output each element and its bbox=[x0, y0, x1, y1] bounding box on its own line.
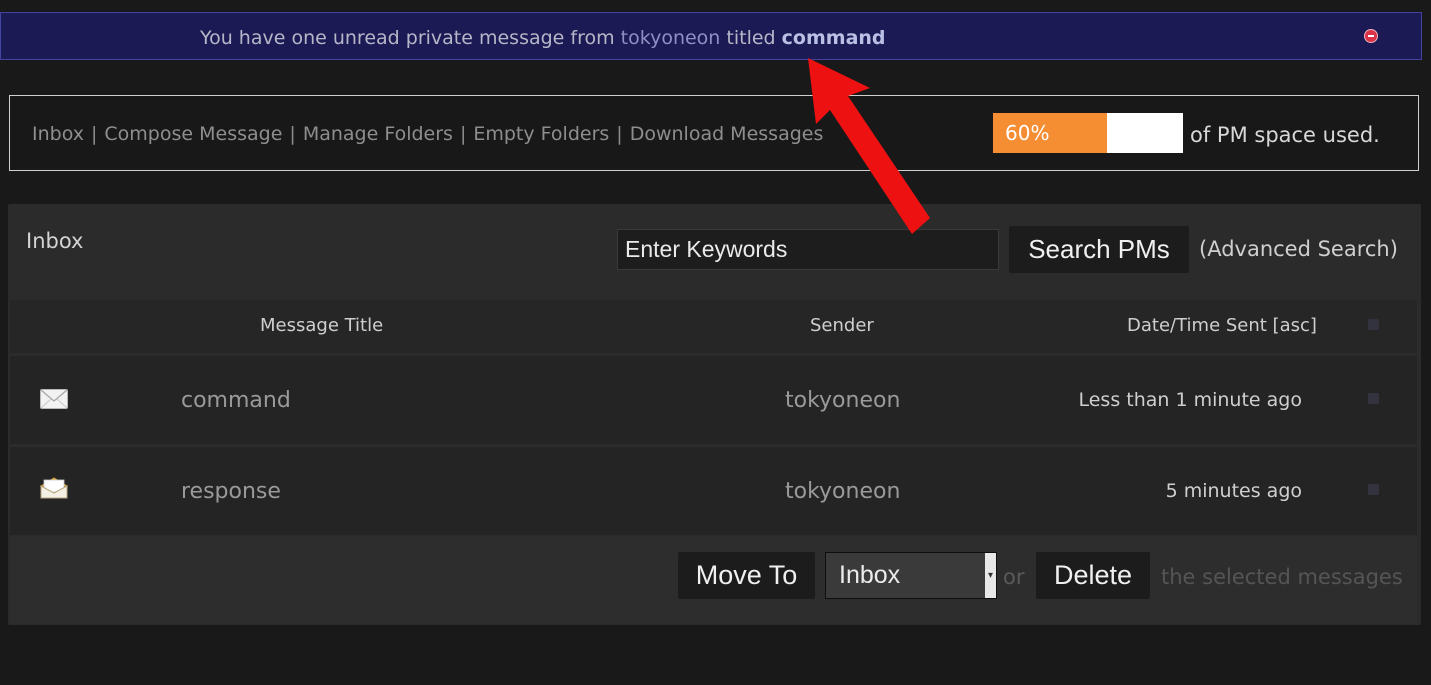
message-date: 5 minutes ago bbox=[1165, 480, 1302, 502]
notice-sender-link[interactable]: tokyoneon bbox=[621, 27, 721, 49]
dismiss-icon[interactable] bbox=[1365, 30, 1377, 42]
move-to-button[interactable]: Move To bbox=[678, 552, 815, 599]
header-date-sent[interactable]: Date/Time Sent [asc] bbox=[1127, 315, 1317, 337]
search-pms-button[interactable]: Search PMs bbox=[1009, 226, 1189, 273]
selected-messages-label: the selected messages bbox=[1161, 565, 1403, 589]
nav-separator: | bbox=[289, 123, 296, 145]
pm-nav-bar: Inbox | Compose Message | Manage Folders | Emp… bbox=[9, 95, 1419, 171]
envelope-closed-icon bbox=[40, 389, 68, 409]
nav-link-compose[interactable]: Compose Message bbox=[104, 123, 282, 145]
message-title-link[interactable]: response bbox=[181, 478, 281, 506]
notice-message-title-link[interactable]: command bbox=[782, 27, 886, 49]
bulk-actions-bar: Move To Inbox ▾ or Delete the selected m… bbox=[10, 537, 1417, 623]
nav-separator: | bbox=[616, 123, 623, 145]
message-sender-link[interactable]: tokyoneon bbox=[785, 387, 900, 415]
nav-separator: | bbox=[459, 123, 467, 145]
annotation-arrow-icon bbox=[808, 58, 930, 234]
header-sender[interactable]: Sender bbox=[810, 315, 874, 337]
notice-prefix: You have one unread private message from bbox=[200, 27, 615, 49]
header-message-title[interactable]: Message Title bbox=[260, 315, 383, 337]
row-checkbox[interactable] bbox=[1368, 484, 1379, 495]
panel-title: Inbox bbox=[26, 229, 84, 253]
pm-quota-label: of PM space used. bbox=[1190, 123, 1380, 147]
nav-separator: | bbox=[91, 123, 98, 145]
or-label: or bbox=[1003, 565, 1025, 589]
delete-button[interactable]: Delete bbox=[1036, 552, 1150, 599]
select-all-checkbox[interactable] bbox=[1368, 319, 1379, 330]
unread-notice-banner: You have one unread private message from… bbox=[0, 12, 1422, 60]
pm-quota-percent: 60% bbox=[1005, 121, 1050, 145]
notice-middle: titled bbox=[726, 27, 776, 49]
table-header: Message Title Sender Date/Time Sent [asc… bbox=[10, 300, 1417, 353]
advanced-search-link[interactable]: (Advanced Search) bbox=[1199, 236, 1398, 262]
chevron-down-icon[interactable]: ▾ bbox=[985, 553, 996, 598]
table-row[interactable]: command tokyoneon Less than 1 minute ago bbox=[10, 356, 1417, 444]
message-date: Less than 1 minute ago bbox=[1078, 389, 1302, 411]
row-checkbox[interactable] bbox=[1368, 393, 1379, 404]
message-title-link[interactable]: command bbox=[181, 387, 291, 415]
table-row[interactable]: response tokyoneon 5 minutes ago bbox=[10, 447, 1417, 535]
inbox-panel: Inbox Search PMs (Advanced Search) Messa… bbox=[8, 204, 1421, 625]
nav-link-inbox[interactable]: Inbox bbox=[32, 123, 84, 145]
unread-notice-text: You have one unread private message from… bbox=[200, 26, 886, 50]
pm-nav-links: Inbox | Compose Message | Manage Folders | Emp… bbox=[32, 122, 823, 146]
pm-quota-bar: 60% bbox=[993, 113, 1183, 153]
folder-select-value: Inbox bbox=[839, 561, 901, 589]
envelope-open-icon bbox=[40, 477, 68, 499]
nav-link-empty-folders[interactable]: Empty Folders bbox=[473, 123, 609, 145]
nav-link-manage-folders[interactable]: Manage Folders bbox=[303, 123, 453, 145]
message-sender-link[interactable]: tokyoneon bbox=[785, 478, 900, 506]
folder-select[interactable]: Inbox ▾ bbox=[825, 552, 997, 599]
